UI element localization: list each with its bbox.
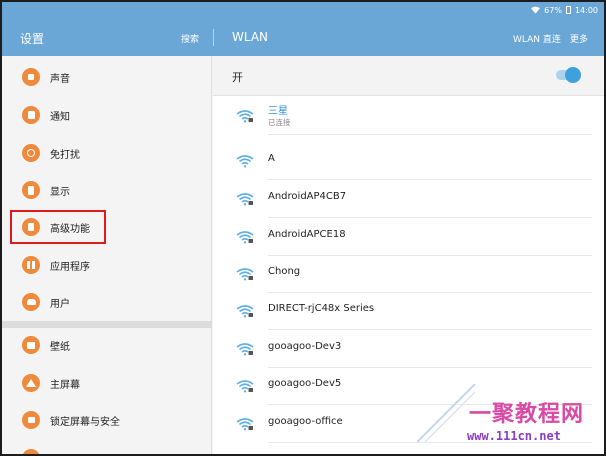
wlan-switch-label: 开: [232, 71, 243, 84]
sidebar-item-label: 壁纸: [50, 342, 70, 353]
wifi-network-row[interactable]: AndroidAPCE18: [213, 218, 604, 256]
network-name: gooagoo-Dev5: [268, 378, 342, 389]
sidebar-item-lock-screen-security[interactable]: 锁定屏幕与安全: [2, 402, 212, 438]
apps-grid-icon: [22, 256, 40, 274]
app-bar: 设置 搜索 WLAN WLAN 直连 更多: [2, 18, 604, 56]
wifi-status-icon: [531, 6, 541, 14]
network-name: AndroidAPCE18: [268, 229, 346, 240]
notification-icon: [22, 106, 40, 124]
users-icon: [22, 293, 40, 311]
wifi-signal-icon: [236, 110, 254, 123]
sidebar-item-label: 主屏幕: [50, 380, 80, 391]
sidebar-item-label: 免打扰: [50, 150, 80, 161]
display-icon: [22, 181, 40, 199]
settings-title: 设置: [20, 32, 45, 46]
row-divider: [268, 442, 592, 443]
network-name: A: [268, 153, 275, 164]
sidebar-item-home-screen[interactable]: 主屏幕: [2, 365, 212, 401]
more-button[interactable]: 更多: [570, 32, 588, 45]
network-name: gooagoo-Dev3: [268, 341, 342, 352]
sidebar-item-label: 显示: [50, 187, 70, 198]
wlan-title: WLAN: [232, 30, 269, 44]
wifi-signal-icon: [236, 305, 254, 318]
wifi-network-row[interactable]: AndroidAP4CB7: [213, 180, 604, 218]
do-not-disturb-icon: [22, 144, 40, 162]
wifi-signal-icon: [236, 155, 254, 168]
sidebar-item-label: 应用程序: [50, 262, 90, 273]
sidebar-item-label: 声音: [50, 74, 70, 85]
network-name: Chong: [268, 266, 301, 277]
wlan-panel: 开 三星 已连接 A AndroidAP4CB7 AndroidAPCE18 Chong D…: [213, 56, 604, 454]
toggle-knob: [565, 67, 581, 83]
row-divider: [268, 134, 592, 135]
wifi-signal-icon: [236, 418, 254, 431]
highlight-box: [10, 210, 106, 244]
speaker-icon: [22, 68, 40, 86]
network-name: 三星: [268, 106, 288, 117]
settings-window: 67% 14:00 设置 搜索 WLAN WLAN 直连 更多 声音 通知 免打…: [2, 2, 604, 454]
wifi-signal-icon: [236, 231, 254, 244]
network-name: gooagoo-office: [268, 416, 343, 427]
sidebar-item-label: 通知: [50, 112, 70, 123]
settings-sidebar: 声音 通知 免打扰 显示 高级功能 应用程序 用户 壁纸 主屏幕 锁定屏幕与安全: [2, 56, 212, 454]
wifi-network-row[interactable]: 三星 已连接: [213, 97, 604, 135]
sidebar-item-apps[interactable]: 应用程序: [2, 247, 212, 283]
wallpaper-icon: [22, 336, 40, 354]
wifi-network-row[interactable]: gooagoo-Dev5: [213, 367, 604, 405]
sidebar-item-users[interactable]: 用户: [2, 284, 212, 320]
wifi-signal-icon: [236, 380, 254, 393]
wifi-network-row[interactable]: gooagoo-Dev3: [213, 330, 604, 368]
sidebar-item-partial[interactable]: [2, 440, 212, 454]
sidebar-item-notifications[interactable]: 通知: [2, 97, 212, 133]
wifi-network-row[interactable]: gooagoo-office: [213, 405, 604, 443]
wifi-network-row[interactable]: A: [213, 142, 604, 180]
wlan-direct-button[interactable]: WLAN 直连: [513, 32, 561, 45]
wifi-network-row[interactable]: DIRECT-rjC48x Series: [213, 292, 604, 330]
network-status: 已连接: [268, 118, 291, 127]
sidebar-item-sound[interactable]: 声音: [2, 59, 212, 95]
sidebar-item-wallpaper[interactable]: 壁纸: [2, 327, 212, 363]
sidebar-item-label: 用户: [50, 299, 70, 310]
clock: 14:00: [574, 5, 598, 15]
lock-icon: [22, 411, 40, 429]
wifi-signal-icon: [236, 343, 254, 356]
partial-item-icon: [22, 449, 40, 454]
sidebar-item-display[interactable]: 显示: [2, 172, 212, 208]
wifi-network-row[interactable]: Chong: [213, 255, 604, 293]
wlan-master-switch-row[interactable]: 开: [213, 56, 604, 96]
battery-level: 67%: [544, 5, 562, 15]
sidebar-item-do-not-disturb[interactable]: 免打扰: [2, 135, 212, 171]
wifi-signal-icon: [236, 268, 254, 281]
home-icon: [22, 374, 40, 392]
header-divider: [213, 29, 214, 46]
wifi-signal-icon: [236, 193, 254, 206]
battery-icon: [565, 6, 571, 14]
search-button[interactable]: 搜索: [181, 32, 199, 45]
wlan-toggle[interactable]: [556, 67, 581, 83]
network-name: AndroidAP4CB7: [268, 191, 347, 202]
network-name: DIRECT-rjC48x Series: [268, 303, 375, 314]
sidebar-item-label: 锁定屏幕与安全: [50, 417, 120, 428]
status-bar: 67% 14:00: [2, 2, 604, 18]
